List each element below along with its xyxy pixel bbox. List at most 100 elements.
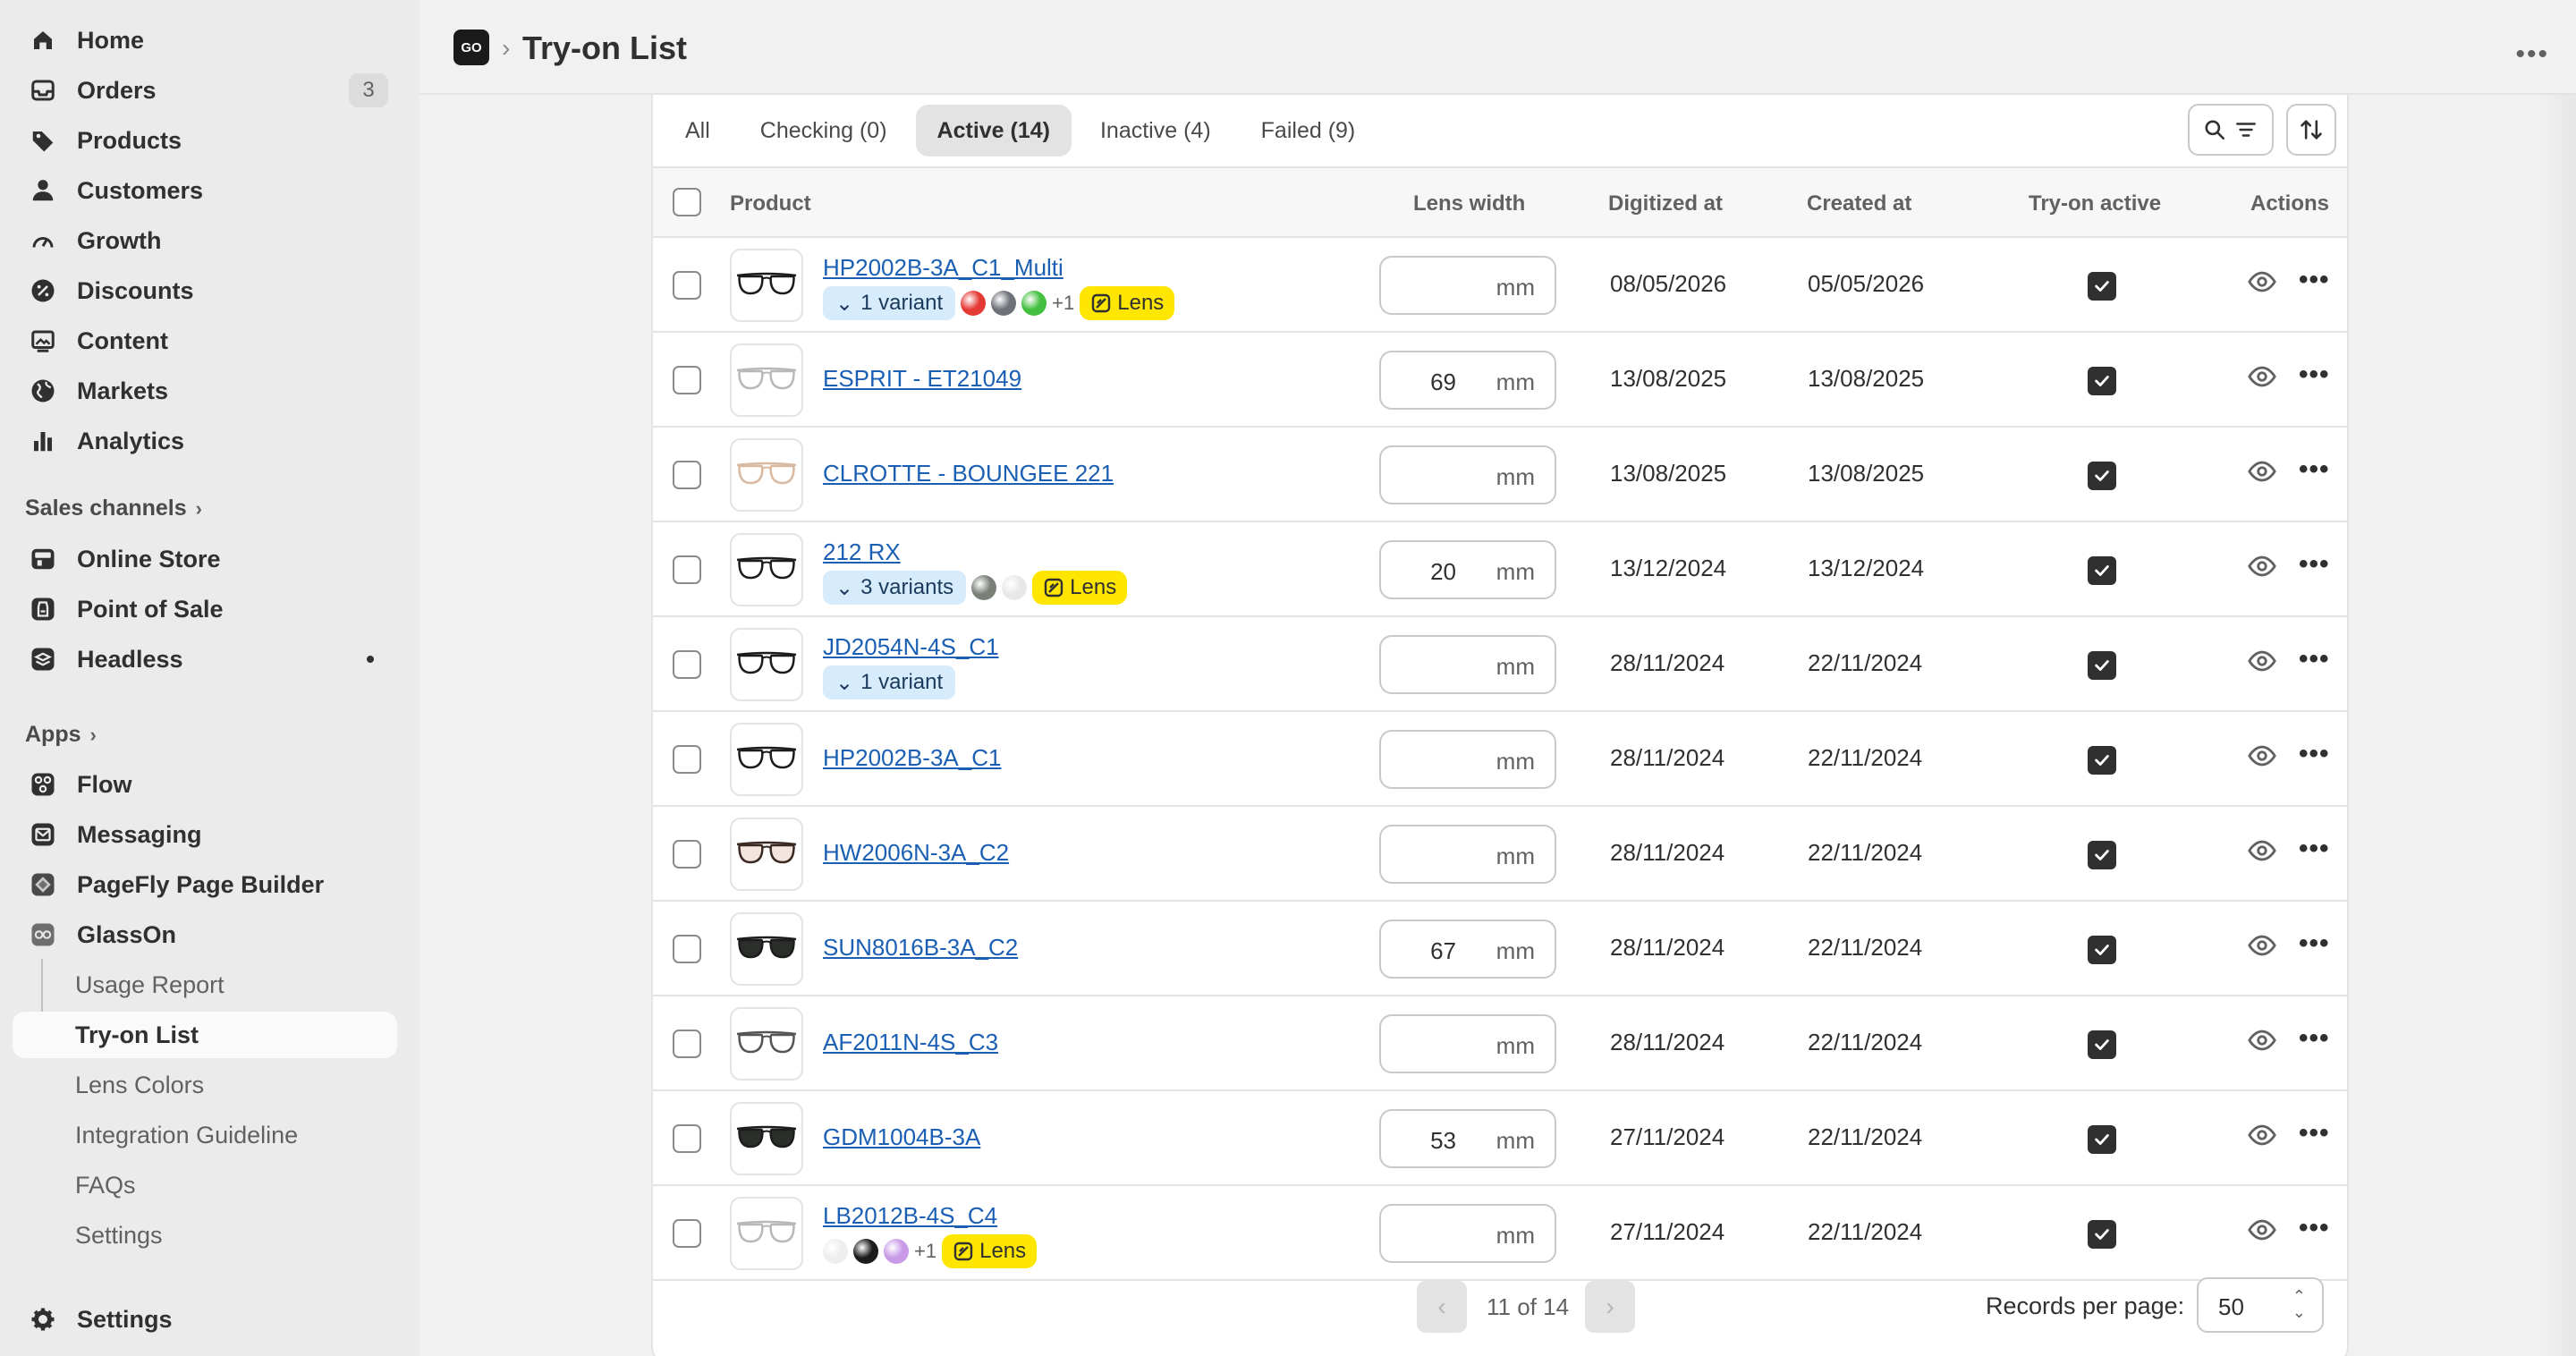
glasson-nav-lens-colors[interactable]: Lens Colors [13, 1062, 397, 1108]
sidebar-item-orders[interactable]: Orders 3 [13, 67, 397, 114]
sidebar-app-glasson[interactable]: GlassOn [13, 911, 397, 958]
product-thumbnail[interactable] [730, 723, 803, 796]
row-more-actions-icon[interactable]: ••• [2299, 1118, 2330, 1148]
tryon-active-checkbox[interactable] [2088, 1030, 2116, 1059]
sidebar-item-discounts[interactable]: Discounts [13, 267, 397, 314]
row-select-checkbox[interactable] [673, 1219, 701, 1248]
row-select-checkbox[interactable] [673, 366, 701, 394]
records-per-page-select[interactable]: 50 ⌃ ⌄ [2197, 1277, 2324, 1333]
product-link[interactable]: 212 RX [823, 538, 901, 566]
product-thumbnail[interactable] [730, 1102, 803, 1175]
next-page-button[interactable]: › [1585, 1281, 1635, 1333]
product-thumbnail[interactable] [730, 818, 803, 891]
product-link[interactable]: JD2054N-4S_C1 [823, 633, 999, 661]
row-select-checkbox[interactable] [673, 461, 701, 489]
sidebar-settings[interactable]: Settings [13, 1296, 397, 1343]
variants-badge[interactable]: ⌄ 1 variant [823, 665, 956, 699]
tab-all[interactable]: All [664, 105, 732, 157]
sidebar-channel-headless[interactable]: Headless [13, 636, 397, 682]
variants-badge[interactable]: ⌄ 1 variant [823, 286, 956, 320]
row-select-checkbox[interactable] [673, 271, 701, 300]
lens-width-input[interactable]: mm [1379, 825, 1556, 884]
product-thumbnail[interactable] [730, 912, 803, 986]
lens-width-input[interactable]: 69 mm [1379, 351, 1556, 410]
sort-button[interactable] [2286, 104, 2336, 156]
preview-eye-icon[interactable] [2247, 267, 2277, 301]
apps-heading[interactable]: Apps › [25, 722, 97, 748]
tryon-active-checkbox[interactable] [2088, 651, 2116, 680]
select-all-checkbox[interactable] [673, 188, 701, 216]
row-more-actions-icon[interactable]: ••• [2299, 454, 2330, 485]
sidebar-app-pagefly-page-builder[interactable]: PageFly Page Builder [13, 861, 397, 908]
row-more-actions-icon[interactable]: ••• [2299, 834, 2330, 864]
lens-width-input[interactable]: mm [1379, 256, 1556, 315]
preview-eye-icon[interactable] [2247, 835, 2277, 870]
lens-width-input[interactable]: mm [1379, 445, 1556, 504]
product-link[interactable]: HW2006N-3A_C2 [823, 839, 1009, 867]
glasson-nav-try-on-list[interactable]: Try-on List [13, 1012, 397, 1058]
sidebar-item-analytics[interactable]: Analytics [13, 418, 397, 464]
sidebar-item-products[interactable]: Products [13, 117, 397, 164]
page-more-icon[interactable]: ••• [2515, 39, 2549, 70]
row-select-checkbox[interactable] [673, 650, 701, 679]
tab-inactive[interactable]: Inactive (4) [1079, 105, 1233, 157]
glasson-nav-usage-report[interactable]: Usage Report [13, 962, 397, 1008]
lens-width-input[interactable]: 20 mm [1379, 540, 1556, 599]
tryon-active-checkbox[interactable] [2088, 1125, 2116, 1154]
row-more-actions-icon[interactable]: ••• [2299, 1213, 2330, 1243]
sidebar-item-markets[interactable]: Markets [13, 368, 397, 414]
preview-eye-icon[interactable] [2247, 1120, 2277, 1155]
lens-width-input[interactable]: mm [1379, 1014, 1556, 1073]
row-more-actions-icon[interactable]: ••• [2299, 644, 2330, 674]
glasson-nav-faqs[interactable]: FAQs [13, 1162, 397, 1208]
row-more-actions-icon[interactable]: ••• [2299, 549, 2330, 580]
row-more-actions-icon[interactable]: ••• [2299, 360, 2330, 390]
preview-eye-icon[interactable] [2247, 741, 2277, 775]
tryon-active-checkbox[interactable] [2088, 746, 2116, 775]
preview-eye-icon[interactable] [2247, 1025, 2277, 1060]
sidebar-app-messaging[interactable]: Messaging [13, 811, 397, 858]
row-more-actions-icon[interactable]: ••• [2299, 1023, 2330, 1054]
preview-eye-icon[interactable] [2247, 646, 2277, 681]
tryon-active-checkbox[interactable] [2088, 841, 2116, 869]
sidebar-channel-point-of-sale[interactable]: Point of Sale [13, 586, 397, 632]
app-logo[interactable]: GO [453, 30, 489, 65]
product-link[interactable]: HP2002B-3A_C1_Multi [823, 254, 1063, 282]
sales-channels-heading[interactable]: Sales channels › [25, 496, 202, 521]
sidebar-app-flow[interactable]: Flow [13, 761, 397, 808]
row-select-checkbox[interactable] [673, 1124, 701, 1153]
preview-eye-icon[interactable] [2247, 930, 2277, 965]
glasson-nav-settings[interactable]: Settings [13, 1212, 397, 1259]
tryon-active-checkbox[interactable] [2088, 272, 2116, 301]
product-link[interactable]: ESPRIT - ET21049 [823, 365, 1021, 393]
sidebar-item-customers[interactable]: Customers [13, 167, 397, 214]
tryon-active-checkbox[interactable] [2088, 367, 2116, 395]
tryon-active-checkbox[interactable] [2088, 1220, 2116, 1249]
lens-width-input[interactable]: 53 mm [1379, 1109, 1556, 1168]
lens-width-input[interactable]: mm [1379, 635, 1556, 694]
product-thumbnail[interactable] [730, 249, 803, 322]
variants-badge[interactable]: ⌄ 3 variants [823, 571, 967, 605]
product-thumbnail[interactable] [730, 1007, 803, 1081]
sidebar-item-content[interactable]: Content [13, 318, 397, 364]
search-filter-button[interactable] [2188, 104, 2274, 156]
tab-active[interactable]: Active (14) [915, 105, 1072, 157]
sidebar-item-growth[interactable]: Growth [13, 217, 397, 264]
row-more-actions-icon[interactable]: ••• [2299, 265, 2330, 295]
row-more-actions-icon[interactable]: ••• [2299, 739, 2330, 769]
lens-width-input[interactable]: mm [1379, 730, 1556, 789]
preview-eye-icon[interactable] [2247, 456, 2277, 491]
product-link[interactable]: GDM1004B-3A [823, 1123, 980, 1151]
product-thumbnail[interactable] [730, 533, 803, 606]
tab-checking[interactable]: Checking (0) [739, 105, 909, 157]
glasson-nav-integration-guideline[interactable]: Integration Guideline [13, 1112, 397, 1158]
row-select-checkbox[interactable] [673, 745, 701, 774]
product-thumbnail[interactable] [730, 343, 803, 417]
sidebar-channel-online-store[interactable]: Online Store [13, 536, 397, 582]
preview-eye-icon[interactable] [2247, 361, 2277, 396]
tryon-active-checkbox[interactable] [2088, 556, 2116, 585]
product-thumbnail[interactable] [730, 628, 803, 701]
sidebar-item-home[interactable]: Home [13, 17, 397, 64]
product-link[interactable]: AF2011N-4S_C3 [823, 1029, 998, 1056]
row-select-checkbox[interactable] [673, 555, 701, 584]
